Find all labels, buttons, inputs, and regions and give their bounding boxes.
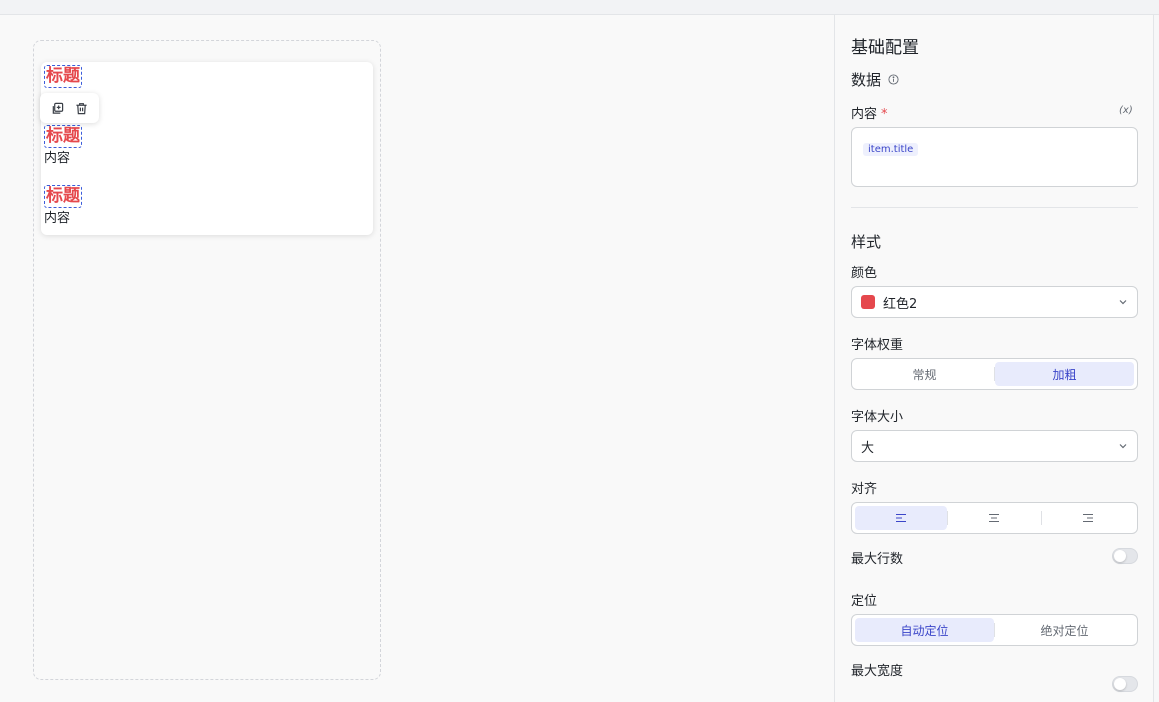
list-item-title[interactable]: 标题 — [44, 65, 82, 88]
max-width-label: 最大宽度 — [851, 664, 904, 679]
list-item[interactable]: 标题 — [44, 65, 82, 88]
list-item-title[interactable]: 标题 — [44, 125, 82, 148]
font-weight-label: 字体权重 — [851, 338, 904, 353]
font-size-select[interactable]: 大 — [851, 430, 1138, 462]
top-bar — [0, 0, 1159, 15]
align-center-icon[interactable] — [948, 506, 1040, 530]
color-select-value: 红色2 — [883, 296, 918, 312]
required-mark: * — [881, 107, 888, 122]
color-label: 颜色 — [851, 266, 878, 281]
list-item[interactable]: 标题 内容 — [44, 125, 82, 168]
max-lines-switch[interactable] — [1112, 548, 1138, 564]
data-section-title: 数据 — [851, 71, 882, 89]
position-option-absolute[interactable]: 绝对定位 — [995, 618, 1134, 642]
variable-tag[interactable]: item.title — [863, 143, 919, 156]
align-right-icon[interactable] — [1042, 506, 1134, 530]
list-item-content: 内容 — [44, 211, 71, 226]
content-label-text: 内容 — [851, 107, 878, 122]
chevron-down-icon — [1118, 441, 1128, 451]
align-label: 对齐 — [851, 482, 878, 497]
trash-icon[interactable] — [71, 98, 91, 118]
color-swatch — [861, 295, 875, 309]
align-segmented — [851, 502, 1138, 534]
content-expression-input[interactable]: item.title — [851, 127, 1138, 187]
font-size-label: 字体大小 — [851, 410, 904, 425]
chevron-down-icon — [1118, 297, 1128, 307]
max-width-switch[interactable] — [1112, 676, 1138, 692]
fx-toggle-button[interactable]: (x) — [1119, 105, 1133, 116]
info-icon[interactable] — [888, 74, 899, 85]
font-weight-option-bold[interactable]: 加粗 — [995, 362, 1134, 386]
list-item[interactable]: 标题 内容 — [44, 185, 82, 228]
position-segmented: 自动定位 绝对定位 — [851, 614, 1138, 646]
properties-panel: 基础配置 数据 内容 * (x) item.title 样式 颜色 红色2 字体权… — [834, 15, 1154, 702]
font-weight-option-regular[interactable]: 常规 — [855, 362, 994, 386]
style-section-title: 样式 — [851, 233, 882, 251]
section-divider — [851, 207, 1138, 208]
font-weight-segmented: 常规 加粗 — [851, 358, 1138, 390]
data-section-header: 数据 — [851, 69, 899, 90]
switch-knob — [1114, 550, 1126, 562]
position-option-auto[interactable]: 自动定位 — [855, 618, 994, 642]
switch-knob — [1114, 678, 1126, 690]
max-lines-label: 最大行数 — [851, 552, 904, 567]
copy-icon[interactable] — [48, 98, 68, 118]
color-select[interactable]: 红色2 — [851, 286, 1138, 318]
font-size-select-value: 大 — [861, 440, 875, 456]
list-component[interactable]: 标题 标题 内容 标题 内容 — [41, 62, 373, 235]
list-item-content: 内容 — [44, 151, 71, 166]
element-toolbar — [40, 93, 99, 123]
position-label: 定位 — [851, 594, 878, 609]
list-item-title[interactable]: 标题 — [44, 185, 82, 208]
panel-title: 基础配置 — [851, 38, 919, 58]
align-left-icon[interactable] — [855, 506, 948, 530]
content-label: 内容 * — [851, 103, 888, 122]
